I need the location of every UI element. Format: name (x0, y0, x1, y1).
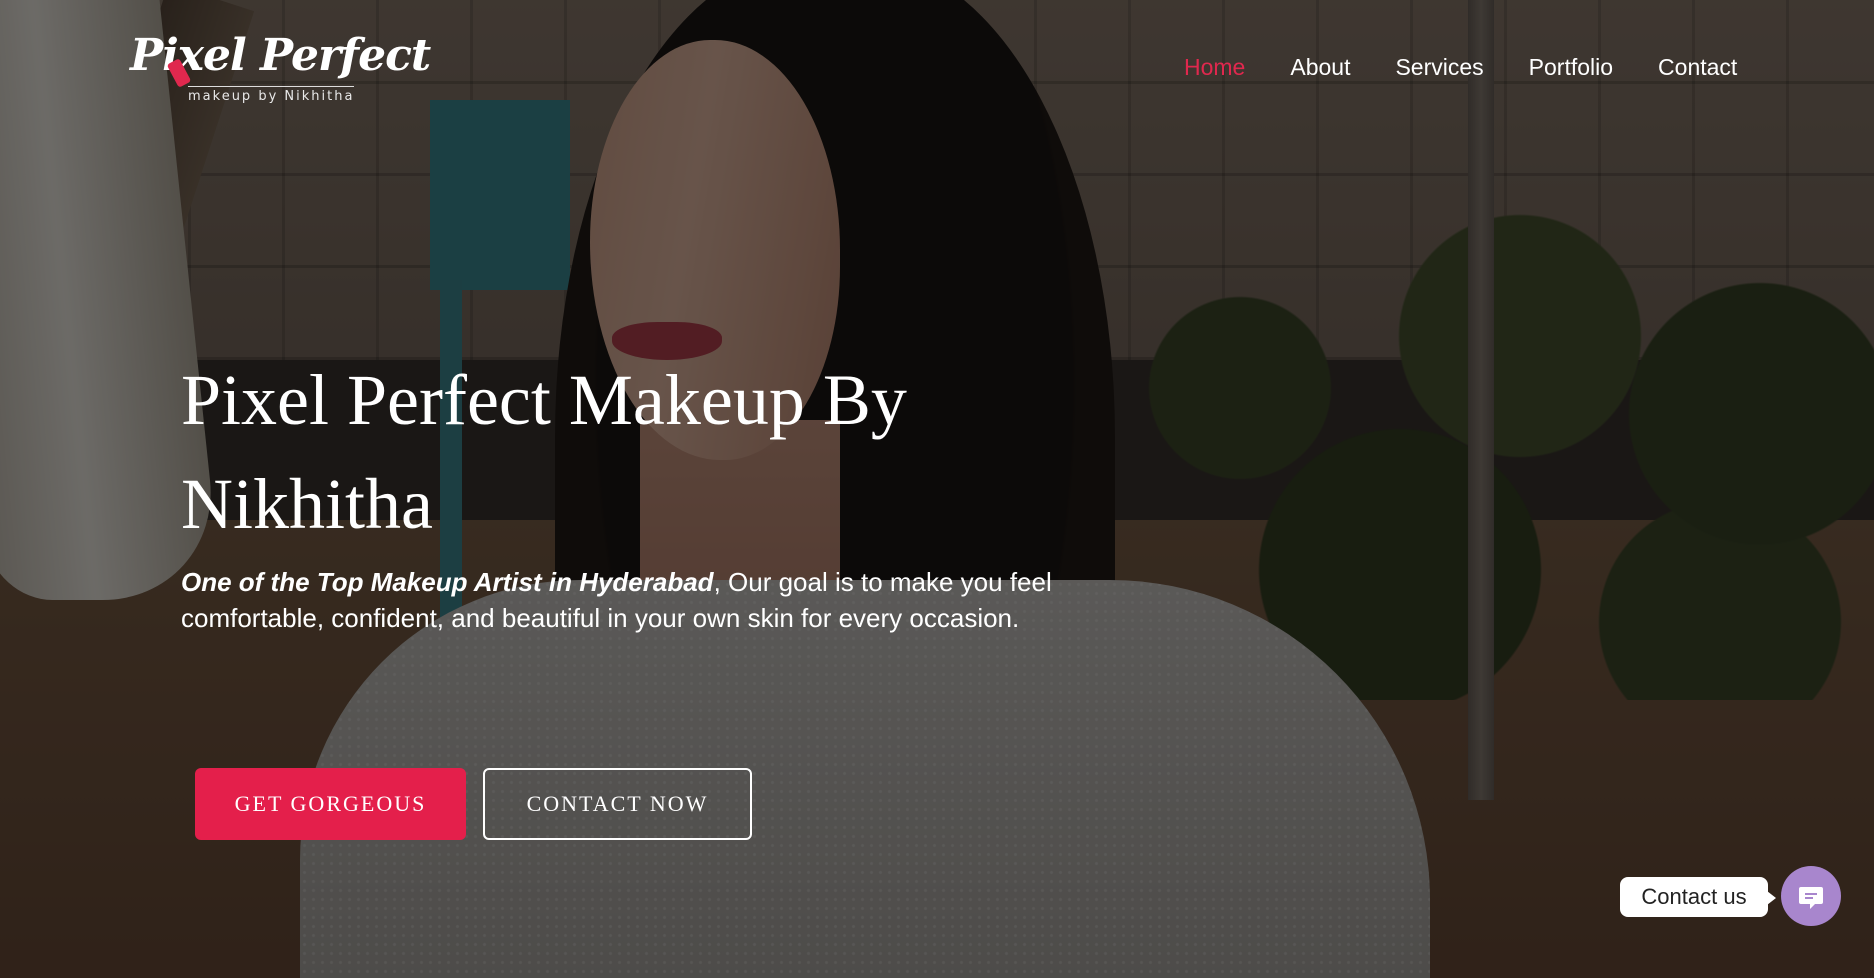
nav-portfolio[interactable]: Portfolio (1529, 54, 1613, 81)
chat-icon (1799, 887, 1823, 909)
chat-widget-button[interactable] (1781, 866, 1841, 926)
nav-home[interactable]: Home (1184, 54, 1245, 81)
hero-subtitle: One of the Top Makeup Artist in Hyderaba… (181, 564, 1061, 636)
nav-about[interactable]: About (1290, 54, 1350, 81)
contact-us-bubble[interactable]: Contact us (1620, 877, 1776, 917)
get-gorgeous-button[interactable]: GET GORGEOUS (195, 768, 466, 840)
main-nav: Home About Services Portfolio Contact (1184, 54, 1782, 81)
contact-now-button[interactable]: CONTACT NOW (483, 768, 752, 840)
hero-title: Pixel Perfect Makeup By Nikhitha (181, 360, 907, 544)
nav-contact[interactable]: Contact (1658, 54, 1737, 81)
logo-subtitle: makeup by Nikhitha (188, 86, 355, 104)
hero-subtitle-emphasis: One of the Top Makeup Artist in Hyderaba… (181, 567, 714, 597)
site-logo[interactable]: Pixel Perfect makeup by Nikhitha (130, 30, 431, 105)
nav-services[interactable]: Services (1395, 54, 1483, 81)
